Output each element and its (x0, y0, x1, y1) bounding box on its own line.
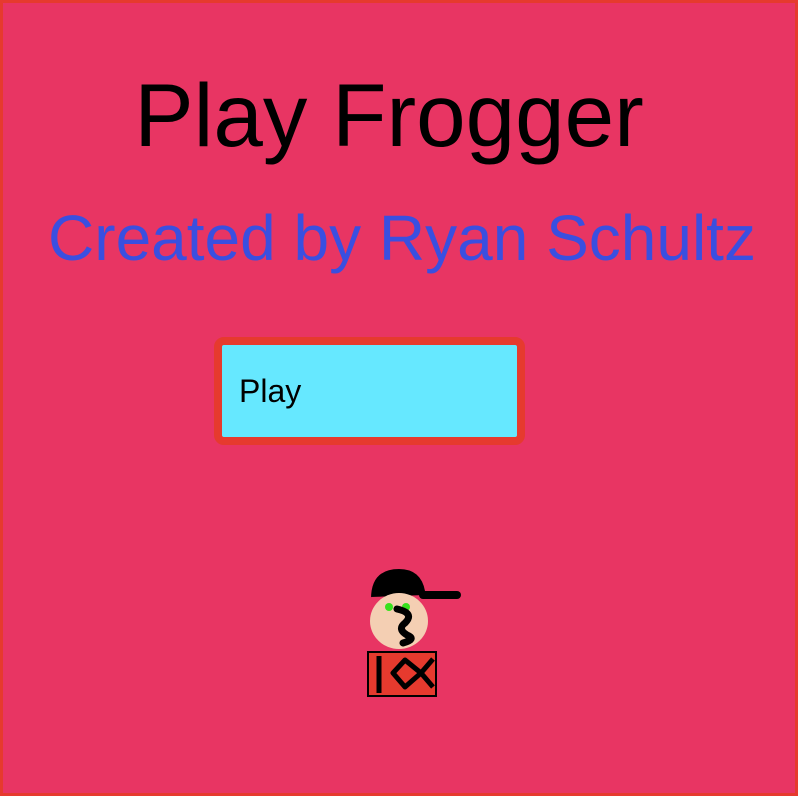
player-character-icon (367, 569, 461, 697)
creator-credit: Created by Ryan Schultz (48, 202, 756, 274)
game-title: Play Frogger (134, 65, 644, 165)
play-button-label: Play (239, 372, 302, 409)
play-button[interactable]: Play (214, 337, 525, 445)
game-screen: Play Frogger Created by Ryan Schultz Pla… (0, 0, 798, 796)
